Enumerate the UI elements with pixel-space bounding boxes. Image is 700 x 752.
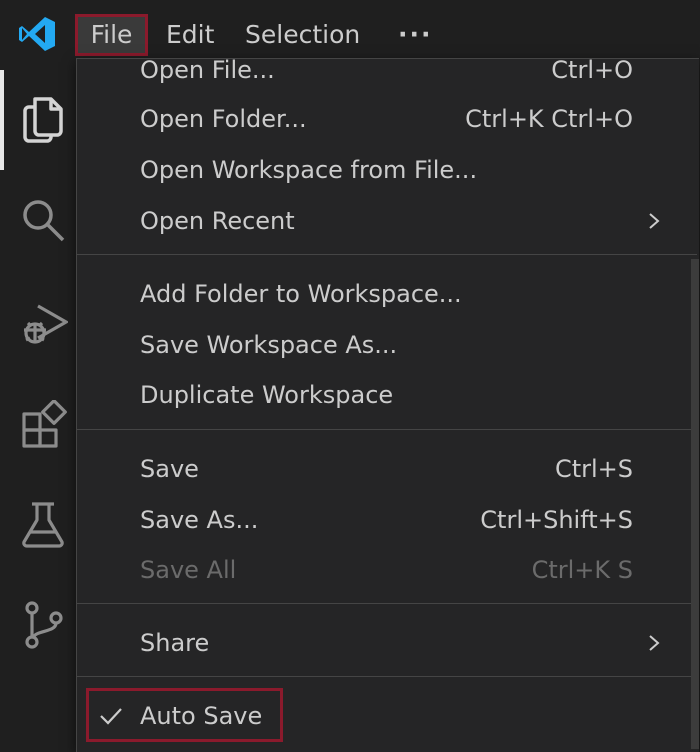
menu-item-open-file[interactable]: Open File... Ctrl+O: [77, 58, 697, 95]
menu-item-label: Duplicate Workspace: [140, 381, 394, 409]
explorer-icon[interactable]: [18, 93, 68, 143]
active-indicator: [0, 70, 4, 170]
auto-save-highlight-box: [86, 688, 283, 742]
extensions-icon[interactable]: [18, 400, 68, 450]
menu-item-shortcut: Ctrl+S: [554, 455, 633, 483]
menu-item-shortcut: Ctrl+K Ctrl+O: [465, 105, 633, 133]
menu-separator: [77, 429, 697, 430]
menu-item-label: Open Workspace from File...: [140, 156, 478, 184]
menu-item-label: Save: [140, 455, 199, 483]
menu-edit[interactable]: Edit: [154, 14, 226, 56]
menu-item-save-workspace-as[interactable]: Save Workspace As...: [77, 320, 697, 370]
testing-icon[interactable]: [18, 500, 68, 550]
menu-item-shortcut: Ctrl+K S: [531, 556, 633, 584]
menu-item-save-as[interactable]: Save As... Ctrl+Shift+S: [77, 495, 697, 545]
chevron-right-icon: [649, 213, 660, 229]
menu-item-shortcut: Ctrl+O: [551, 58, 633, 84]
menu-item-duplicate-workspace[interactable]: Duplicate Workspace: [77, 370, 697, 420]
menu-item-label: Save Workspace As...: [140, 331, 398, 359]
menu-item-add-folder[interactable]: Add Folder to Workspace...: [77, 269, 697, 319]
menu-item-shortcut: Ctrl+Shift+S: [480, 506, 633, 534]
chevron-right-icon: [649, 635, 660, 651]
menu-item-label: Open Recent: [140, 207, 295, 235]
menu-separator: [77, 254, 697, 255]
source-control-icon[interactable]: [18, 600, 68, 650]
menu-item-save-all: Save All Ctrl+K S: [77, 545, 697, 595]
menu-separator: [77, 603, 697, 604]
menu-selection[interactable]: Selection: [233, 14, 372, 56]
menu-item-label: Add Folder to Workspace...: [140, 280, 462, 308]
run-debug-icon[interactable]: [18, 300, 68, 350]
menu-item-label: Save As...: [140, 506, 259, 534]
vscode-logo-icon: [19, 17, 55, 51]
file-menu-dropdown: Open File... Ctrl+O Open Folder... Ctrl+…: [76, 58, 699, 752]
menu-item-save[interactable]: Save Ctrl+S: [77, 444, 697, 494]
menu-item-label: Open File...: [140, 58, 275, 84]
menu-item-label: Share: [140, 629, 210, 657]
menu-more-icon[interactable]: ···: [386, 14, 445, 56]
menu-separator: [77, 676, 697, 677]
menu-item-open-recent[interactable]: Open Recent: [77, 196, 697, 246]
search-icon[interactable]: [18, 195, 68, 245]
menu-scrollbar[interactable]: [691, 259, 699, 749]
menu-item-share[interactable]: Share: [77, 618, 697, 668]
menu-item-open-folder[interactable]: Open Folder... Ctrl+K Ctrl+O: [77, 94, 697, 144]
menu-file[interactable]: File: [75, 14, 148, 56]
menu-item-label: Open Folder...: [140, 105, 307, 133]
menu-item-open-workspace[interactable]: Open Workspace from File...: [77, 145, 697, 195]
menu-item-label: Save All: [140, 556, 237, 584]
